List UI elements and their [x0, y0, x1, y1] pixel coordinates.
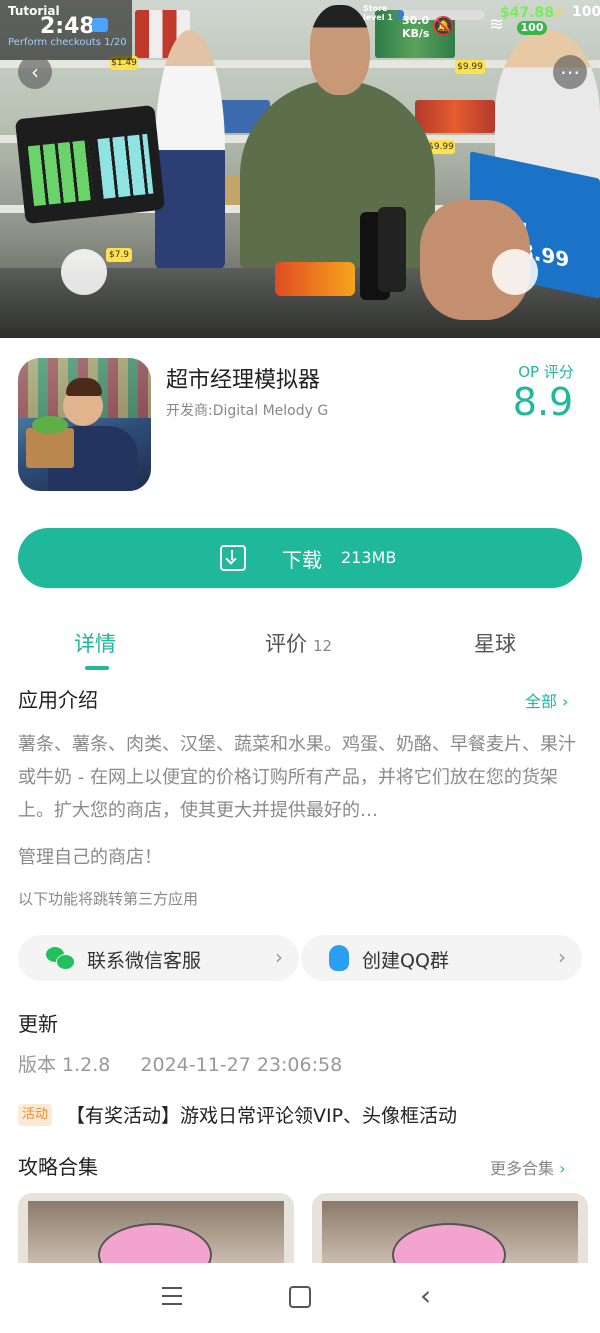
more-button[interactable]: ⋯ [553, 55, 587, 89]
qq-label: 创建QQ群 [362, 950, 449, 972]
activity-badge: 活动 [18, 1104, 53, 1126]
tab-indicator [85, 666, 109, 670]
rating-label: OP 评分 [518, 363, 574, 381]
review-count: 12 [313, 637, 333, 655]
back-nav-icon[interactable]: ‹ [420, 1279, 431, 1312]
joystick-left[interactable] [61, 249, 107, 295]
joystick-right[interactable] [492, 249, 538, 295]
home-icon[interactable] [289, 1286, 311, 1308]
qq-icon [329, 945, 349, 971]
intro-heading: 应用介绍 [18, 688, 98, 712]
price-tag: $9.99 [455, 60, 485, 74]
more-dots-icon: ⋯ [560, 60, 580, 84]
chevron-right-icon: › [562, 692, 569, 711]
app-icon [18, 358, 151, 491]
app-description: 薯条、薯条、肉类、汉堡、蔬菜和水果。鸡蛋、奶酪、早餐麦片、果汁或牛奶 - 在网上… [18, 734, 576, 821]
chevron-left-icon: ‹ [31, 60, 39, 84]
clock-time: 2:48 [40, 14, 95, 39]
wechat-icon [46, 947, 75, 970]
activity-link[interactable]: 【有奖活动】游戏日常评论领VIP、头像框活动 [66, 1101, 457, 1128]
status-bar: Tutorial Perform checkouts 1/20 2:48 Sto… [0, 0, 600, 60]
system-nav-bar: ‹ [0, 1263, 600, 1333]
wechat-label: 联系微信客服 [87, 950, 202, 972]
download-button[interactable]: 下载 213MB [18, 528, 582, 588]
wechat-service-button[interactable]: 联系微信客服 › [18, 935, 299, 981]
price-tag: $7.9 [106, 248, 132, 262]
hero-screenshot[interactable]: $9.99 $1.49 $7.9 $9.99 AL: $28.99 Tutori… [0, 0, 600, 338]
shopper-figure [155, 30, 225, 270]
battery-badge: 100 [517, 21, 547, 35]
update-heading: 更新 [18, 1012, 58, 1036]
qq-group-button[interactable]: 创建QQ群 › [301, 935, 582, 981]
product-stack [415, 100, 495, 133]
back-button[interactable]: ‹ [18, 55, 52, 89]
guide-card[interactable] [312, 1193, 588, 1263]
register-keypad [14, 104, 166, 225]
show-all-link[interactable]: 全部 › [525, 688, 569, 712]
notification-icon [92, 18, 108, 32]
chips-bag [275, 262, 355, 296]
download-size: 213MB [341, 548, 397, 567]
more-guides-link[interactable]: 更多合集 › [490, 1155, 566, 1179]
guide-card[interactable] [18, 1193, 294, 1263]
download-icon [220, 545, 246, 571]
guides-heading: 攻略合集 [18, 1155, 98, 1179]
tab-reviews[interactable]: 评价 12 [265, 628, 332, 658]
mute-icon: 🔕 [432, 16, 455, 37]
version-info: 版本 1.2.8 2024-11-27 23:06:58 [18, 1054, 343, 1076]
tab-details[interactable]: 详情 [74, 628, 116, 658]
third-party-note: 以下功能将跳转第三方应用 [18, 890, 199, 908]
chevron-right-icon: › [275, 945, 283, 969]
menu-icon[interactable] [162, 1287, 182, 1305]
rating-score: 8.9 [512, 380, 574, 424]
developer-name: 开发商:Digital Melody G [166, 403, 329, 419]
description-extra: 管理自己的商店！ [18, 847, 162, 868]
app-title: 超市经理模拟器 [166, 368, 321, 393]
energy-can [378, 207, 406, 292]
chevron-right-icon: › [558, 945, 566, 969]
lightning-icon: ⚡ [553, 3, 565, 22]
net-speed: 30.0 KB/s [402, 14, 430, 40]
battery-level: 100 [572, 4, 600, 20]
money-display: $47.88 [500, 5, 555, 21]
download-label: 下载 [282, 548, 322, 572]
tab-planet[interactable]: 星球 [474, 628, 516, 658]
chevron-right-icon: › [559, 1159, 566, 1178]
store-level: Store level 1 [363, 4, 393, 22]
